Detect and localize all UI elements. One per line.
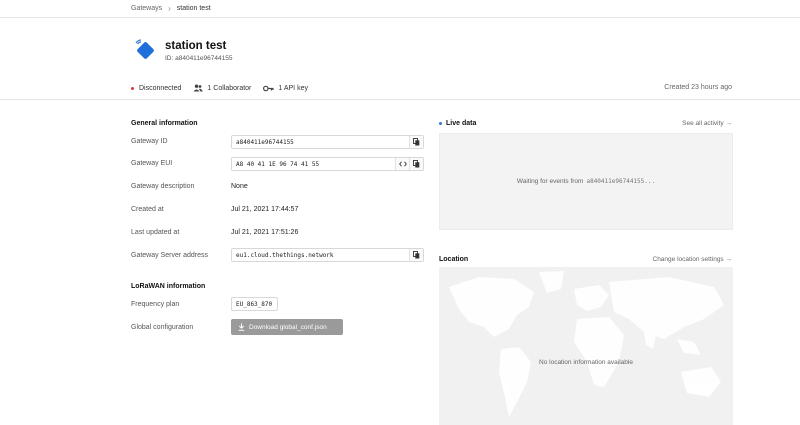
collaborators-link[interactable]: 1 Collaborator bbox=[193, 84, 251, 92]
collaborators-label: 1 Collaborator bbox=[207, 84, 252, 92]
location-heading: Location bbox=[439, 256, 468, 263]
connection-status: Disconnected bbox=[131, 85, 181, 92]
location-map[interactable]: No location information available bbox=[439, 267, 733, 425]
download-icon bbox=[238, 323, 245, 331]
gateway-id-value: a840411e96744155 bbox=[236, 138, 294, 146]
server-address-label: Gateway Server address bbox=[131, 252, 209, 259]
general-info-heading: General information bbox=[131, 120, 198, 127]
server-address-value: eu1.cloud.thethings.network bbox=[236, 251, 334, 259]
live-indicator-icon bbox=[439, 122, 442, 125]
copy-icon bbox=[413, 138, 420, 146]
breadcrumb: Gateways › station test bbox=[0, 0, 800, 18]
created-timestamp: Created 23 hours ago bbox=[664, 84, 732, 91]
live-data-panel: Waiting for events from a840411e96744155… bbox=[439, 133, 733, 230]
see-all-activity-link[interactable]: See all activity → bbox=[682, 120, 732, 127]
gateway-icon bbox=[135, 39, 154, 59]
server-address-field: eu1.cloud.thethings.network bbox=[231, 248, 424, 262]
frequency-plan-value: EU_863_870 bbox=[231, 297, 278, 311]
status-dot-icon bbox=[131, 86, 134, 90]
created-at-value: Jul 21, 2021 17:44:57 bbox=[231, 206, 299, 213]
breadcrumb-current: station test bbox=[176, 5, 211, 12]
copy-server-address-button[interactable] bbox=[409, 249, 423, 261]
live-data-heading: Live data bbox=[439, 120, 476, 127]
last-updated-value: Jul 21, 2021 17:51:26 bbox=[231, 229, 299, 236]
location-empty-message: No location information available bbox=[539, 359, 633, 366]
download-global-conf-label: Download global_conf.json bbox=[249, 323, 327, 331]
chevron-right-icon: › bbox=[168, 4, 171, 13]
gateway-id-label: Gateway ID bbox=[131, 138, 168, 145]
people-icon bbox=[193, 84, 204, 92]
gateway-id-subtitle: ID: a840411e96744155 bbox=[165, 55, 233, 62]
gateway-description-value: None bbox=[231, 183, 248, 190]
breadcrumb-gateways-link[interactable]: Gateways bbox=[131, 5, 162, 12]
created-at-label: Created at bbox=[131, 206, 164, 213]
toggle-byte-order-button[interactable] bbox=[395, 158, 409, 170]
lorawan-info-heading: LoRaWAN information bbox=[131, 283, 206, 290]
gateway-eui-label: Gateway EUI bbox=[131, 160, 173, 167]
change-location-link[interactable]: Change location settings → bbox=[653, 256, 733, 263]
connection-status-label: Disconnected bbox=[139, 84, 182, 92]
copy-gateway-id-button[interactable] bbox=[409, 136, 423, 148]
live-data-title: Live data bbox=[446, 120, 477, 127]
world-map-image bbox=[449, 271, 724, 417]
page-title: station test bbox=[165, 40, 227, 52]
live-waiting-id: a840411e96744155... bbox=[586, 178, 656, 185]
gateway-header: station test ID: a840411e96744155 Discon… bbox=[0, 18, 800, 100]
global-config-label: Global configuration bbox=[131, 324, 194, 331]
code-brackets-icon bbox=[398, 161, 407, 167]
api-keys-link[interactable]: 1 API key bbox=[263, 85, 308, 92]
status-row: Disconnected 1 Collaborator 1 API key bbox=[131, 84, 320, 92]
copy-icon bbox=[413, 160, 420, 168]
api-keys-label: 1 API key bbox=[278, 84, 308, 92]
live-waiting-text: Waiting for events from bbox=[516, 178, 584, 185]
last-updated-label: Last updated at bbox=[131, 229, 180, 236]
gateway-eui-field: A8 40 41 1E 96 74 41 55 bbox=[231, 157, 424, 171]
key-icon bbox=[263, 85, 274, 91]
frequency-plan-label: Frequency plan bbox=[131, 301, 180, 308]
download-global-conf-button[interactable]: Download global_conf.json bbox=[231, 319, 343, 335]
copy-gateway-eui-button[interactable] bbox=[409, 158, 423, 170]
gateway-eui-value: A8 40 41 1E 96 74 41 55 bbox=[236, 160, 320, 168]
gateway-id-field: a840411e96744155 bbox=[231, 135, 424, 149]
copy-icon bbox=[413, 251, 420, 259]
location-title: Location bbox=[439, 256, 469, 263]
gateway-description-label: Gateway description bbox=[131, 183, 195, 190]
